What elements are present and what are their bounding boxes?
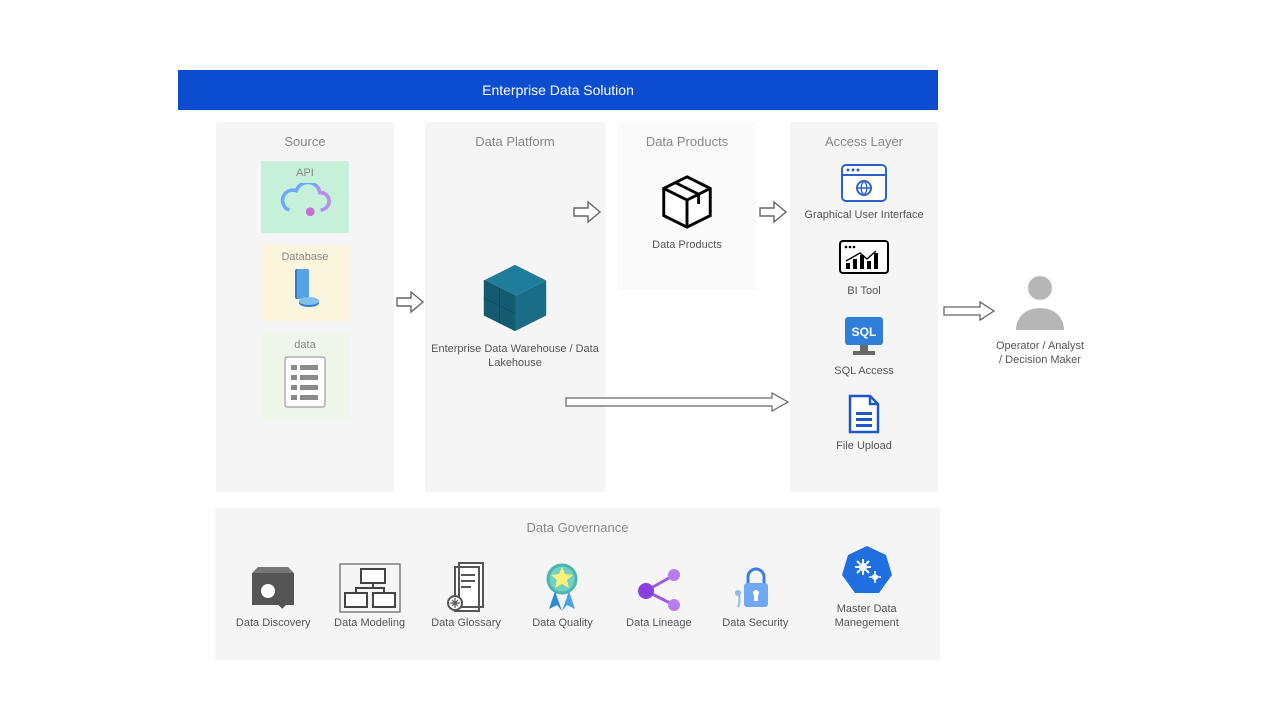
platform-title: Data Platform: [425, 134, 605, 149]
user-icon: [1008, 270, 1072, 334]
source-data-box: data: [261, 333, 349, 419]
access-gui-label: Graphical User Interface: [790, 209, 938, 223]
mdm-icon: [839, 543, 895, 599]
arrow-platform-to-products: [572, 200, 602, 224]
products-label: Data Products: [618, 239, 756, 253]
gov-item-modeling: Data Modeling: [325, 563, 415, 631]
gov-item-quality: Data Quality: [517, 561, 607, 631]
gov-item-lineage: Data Lineage: [614, 567, 704, 631]
gui-icon: [840, 163, 888, 203]
security-lock-icon: [734, 563, 776, 613]
package-icon: [656, 171, 718, 233]
gov-item-discovery: Data Discovery: [228, 563, 318, 631]
glossary-icon: [441, 561, 491, 613]
quality-badge-icon: [539, 561, 585, 613]
source-db-label: Database: [261, 251, 349, 263]
arrow-products-to-access: [758, 200, 788, 224]
products-panel: Data Products Data Products: [618, 122, 756, 290]
source-db-box: Database: [261, 245, 349, 321]
access-bi-label: BI Tool: [790, 285, 938, 299]
user-box: Operator / Analyst / Decision Maker: [995, 270, 1085, 368]
products-title: Data Products: [618, 134, 756, 149]
lineage-icon: [634, 567, 684, 613]
modeling-icon: [339, 563, 401, 613]
warehouse-cube-icon: [476, 259, 554, 337]
arrow-source-to-platform: [395, 290, 425, 314]
cloud-api-icon: [277, 183, 333, 223]
access-upload-label: File Upload: [790, 440, 938, 454]
sql-monitor-icon: SQL: [841, 315, 887, 359]
title-bar: Enterprise Data Solution: [178, 70, 938, 110]
user-label: Operator / Analyst / Decision Maker: [995, 340, 1085, 368]
list-data-icon: [281, 355, 329, 409]
gov-item-glossary: Data Glossary: [421, 561, 511, 631]
governance-title: Data Governance: [215, 520, 940, 535]
source-api-box: API: [261, 161, 349, 233]
discovery-icon: [246, 563, 300, 613]
access-panel: Access Layer Graphical User Interface BI…: [790, 122, 938, 492]
source-api-label: API: [261, 167, 349, 179]
access-title: Access Layer: [790, 134, 938, 149]
access-sql-label: SQL Access: [790, 365, 938, 379]
source-title: Source: [216, 134, 394, 149]
source-data-label: data: [261, 339, 349, 351]
gov-item-security: Data Security: [710, 563, 800, 631]
title-text: Enterprise Data Solution: [482, 82, 634, 98]
gov-item-mdm: Master Data Manegement: [807, 543, 927, 631]
arrow-access-to-user: [942, 300, 996, 322]
arrow-platform-to-access-long: [564, 392, 790, 412]
platform-panel: Data Platform Enterprise Data Warehouse …: [425, 122, 605, 492]
governance-panel: Data Governance Data Discovery Data Mode…: [215, 508, 940, 660]
file-upload-icon: [846, 394, 882, 434]
warehouse-label: Enterprise Data Warehouse / Data Lakehou…: [425, 343, 605, 371]
database-icon: [285, 267, 325, 311]
bi-tool-icon: [838, 239, 890, 279]
source-panel: Source API Database data: [216, 122, 394, 492]
svg-text:SQL: SQL: [852, 325, 877, 339]
